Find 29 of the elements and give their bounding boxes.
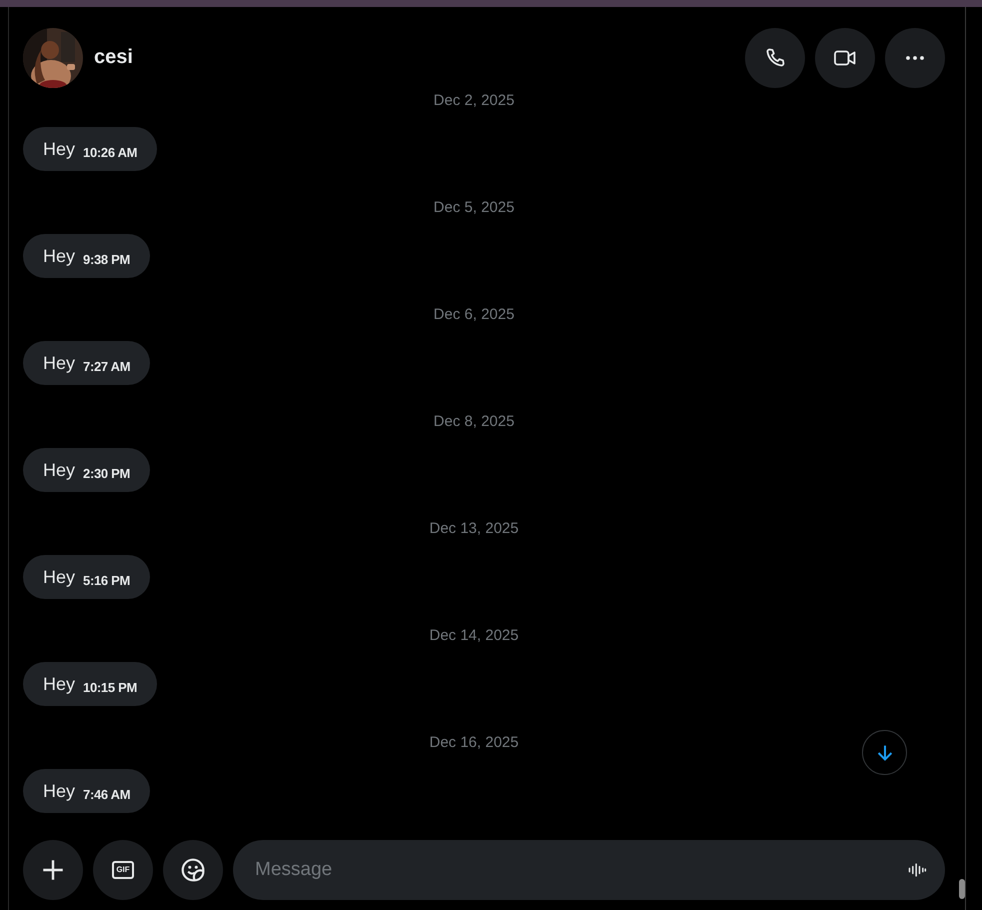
message-text: Hey xyxy=(43,674,76,694)
message-time: 2:30 PM xyxy=(83,466,130,481)
message-time: 10:26 AM xyxy=(83,145,138,160)
date-separator: Dec 14, 2025 xyxy=(429,626,519,646)
contact-name: cesi xyxy=(94,46,133,69)
more-icon xyxy=(906,56,924,60)
message-time: 9:38 PM xyxy=(83,252,130,267)
scrollbar-thumb[interactable] xyxy=(959,879,965,899)
date-separator: Dec 8, 2025 xyxy=(434,412,514,432)
sticker-icon xyxy=(180,857,206,883)
message-input[interactable]: Message xyxy=(253,858,907,882)
message-time: 7:46 AM xyxy=(83,787,130,802)
date-separator: Dec 6, 2025 xyxy=(434,305,514,325)
message-text: Hey xyxy=(43,780,76,802)
message-text: Hey xyxy=(43,460,76,480)
message-text: Hey xyxy=(43,138,76,160)
date-separator: Dec 2, 2025 xyxy=(434,91,514,111)
scroll-down-button[interactable] xyxy=(862,730,907,775)
message-text: Hey xyxy=(43,352,76,374)
gif-button[interactable]: GIF xyxy=(93,840,153,900)
message-field[interactable]: Message xyxy=(233,840,945,900)
message-time: 5:16 PM xyxy=(83,573,130,588)
date-separator: Dec 16, 2025 xyxy=(429,733,519,753)
date-separator: Dec 5, 2025 xyxy=(434,198,514,218)
message-text: Hey xyxy=(43,246,76,266)
message-text: Hey xyxy=(43,566,76,588)
message-time: 7:27 AM xyxy=(83,359,130,374)
message-time: 10:15 PM xyxy=(83,680,137,695)
date-separator: Dec 13, 2025 xyxy=(429,519,519,539)
